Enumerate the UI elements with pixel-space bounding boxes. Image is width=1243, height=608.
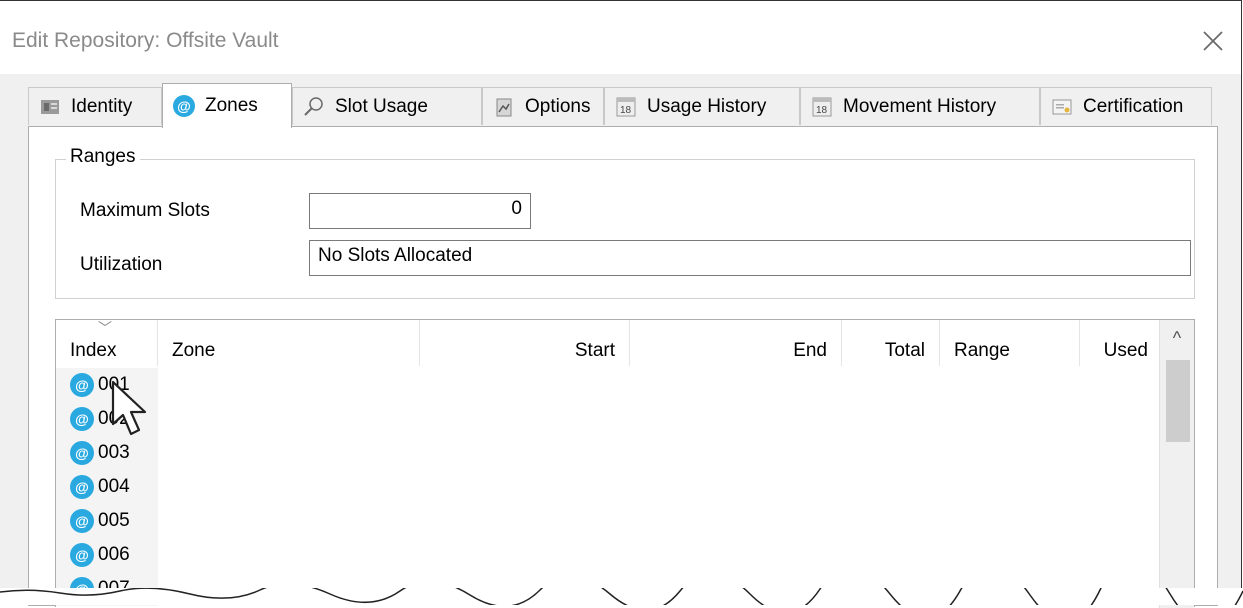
list-item[interactable]: @005 [56, 504, 158, 538]
tab-label: Movement History [843, 95, 997, 117]
tab-certification[interactable]: Certification [1040, 87, 1212, 125]
tab-label: Identity [71, 95, 133, 117]
column-header-total[interactable]: Total [842, 320, 940, 366]
close-icon [1203, 31, 1223, 51]
maximum-slots-label: Maximum Slots [80, 200, 210, 221]
column-header-index[interactable]: ﹀ Index [56, 320, 158, 366]
calendar-icon: 18 [812, 97, 832, 116]
identity-icon [41, 99, 59, 114]
zone-at-icon: @ [70, 543, 94, 567]
tab-label: Slot Usage [335, 95, 428, 117]
tab-label: Options [525, 95, 591, 117]
tab-slot-usage[interactable]: Slot Usage [292, 87, 482, 125]
scroll-up-arrow-icon[interactable]: ^ [1160, 328, 1194, 356]
utilization-label: Utilization [80, 254, 163, 275]
zone-at-icon: @ [173, 95, 195, 117]
zone-at-icon: @ [70, 475, 94, 499]
ranges-group: Ranges Maximum Slots 0 Utilization No Sl… [55, 146, 1195, 299]
calendar-icon: 18 [616, 97, 636, 116]
maximum-slots-field[interactable]: 0 [309, 193, 531, 229]
magnifier-icon [304, 96, 323, 116]
edit-repository-dialog: Edit Repository: Offsite Vault Identity … [0, 0, 1242, 608]
list-item[interactable]: @004 [56, 470, 158, 504]
tab-usage-history[interactable]: 18 Usage History [604, 87, 800, 125]
column-header-range[interactable]: Range [940, 320, 1080, 366]
zone-at-icon: @ [70, 373, 94, 397]
tab-label: Usage History [647, 95, 767, 117]
certificate-icon [1052, 99, 1072, 114]
tab-label: Certification [1083, 95, 1184, 117]
tab-label: Zones [205, 95, 258, 116]
zones-tab-panel: Ranges Maximum Slots 0 Utilization No Sl… [28, 126, 1218, 608]
zone-at-icon: @ [70, 509, 94, 533]
torn-edge-decoration [0, 588, 1243, 605]
column-header-end[interactable]: End [630, 320, 842, 366]
tab-options[interactable]: Options [482, 87, 604, 125]
window-title: Edit Repository: Offsite Vault [12, 29, 279, 52]
svg-text:18: 18 [816, 105, 828, 116]
tab-movement-history[interactable]: 18 Movement History [800, 87, 1040, 125]
column-header-used[interactable]: Used [1080, 320, 1162, 366]
ranges-legend: Ranges [66, 146, 140, 168]
column-header-zone[interactable]: Zone [158, 320, 420, 366]
options-icon [496, 98, 512, 116]
tab-zones[interactable]: @ Zones [162, 83, 292, 128]
sort-chevron-icon: ﹀ [98, 320, 112, 336]
zones-list[interactable]: ﹀ Index Zone Start End Total Range Used … [55, 319, 1195, 608]
zone-at-icon: @ [70, 407, 94, 431]
title-bar: Edit Repository: Offsite Vault [0, 1, 1241, 74]
svg-text:18: 18 [620, 105, 632, 116]
column-header-start[interactable]: Start [420, 320, 630, 366]
tab-identity[interactable]: Identity [28, 87, 162, 125]
tab-strip: Identity @ Zones Slot Usage Options 18 U… [28, 83, 1218, 128]
mouse-pointer-icon [111, 380, 147, 436]
close-button[interactable] [1195, 23, 1231, 59]
vertical-scrollbar[interactable]: ^ [1159, 320, 1194, 608]
scroll-thumb[interactable] [1166, 360, 1190, 442]
utilization-field: No Slots Allocated [309, 240, 1191, 276]
zone-at-icon: @ [70, 441, 94, 465]
list-item[interactable]: @006 [56, 538, 158, 572]
